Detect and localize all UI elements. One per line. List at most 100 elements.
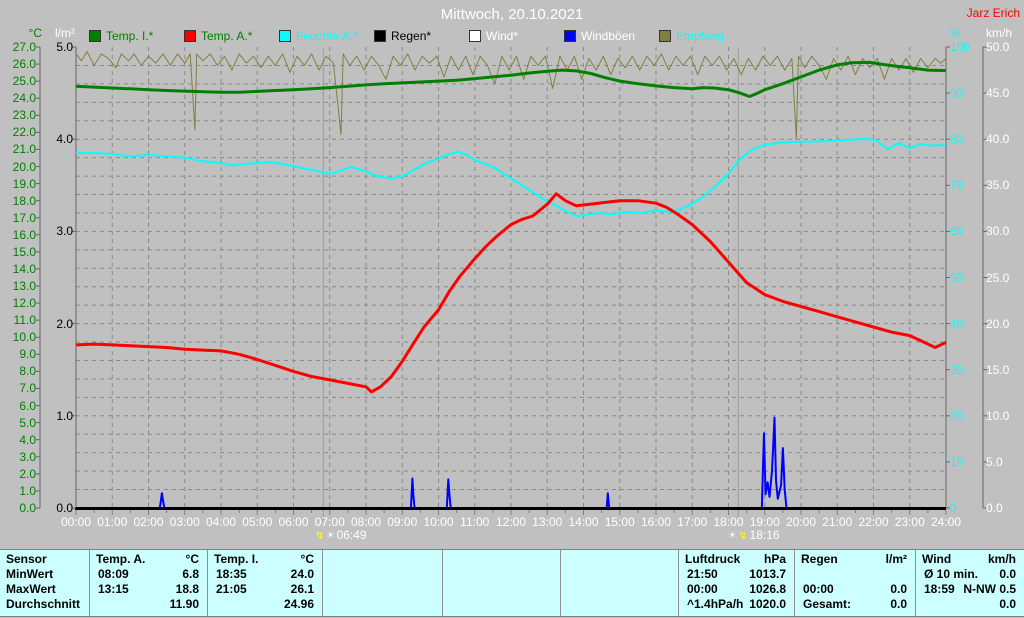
- table-column-header: Wind: [922, 552, 952, 566]
- table-cell-value: 24.0: [290, 567, 314, 581]
- table-cell-time: 00:00: [803, 582, 834, 596]
- table-column-unit: hPa: [763, 552, 786, 566]
- table-column-empty: [442, 550, 560, 616]
- y-axis-label-percent: 0: [950, 501, 957, 515]
- legend-label: Empfang: [676, 29, 725, 43]
- table-row: Regen l/m²: [795, 552, 915, 566]
- table-row: ^1.4hPa/h 1020.0: [679, 597, 794, 611]
- y-axis-label-temp_c: 9.0: [19, 347, 36, 362]
- table-column-regen: Regen l/m² 00:00 0.0 Gesamt: 0.0: [794, 550, 915, 616]
- table-row: [443, 582, 560, 596]
- legend-swatch: [469, 30, 481, 42]
- table-cell-value: 0.0: [890, 597, 907, 611]
- table-cell-time: [561, 597, 569, 611]
- table-row: [795, 567, 915, 581]
- table-row: Ø 10 min. 0.0: [916, 567, 1024, 581]
- table-cell-value: [552, 597, 560, 611]
- table-row-label: Durchschnitt: [6, 597, 81, 611]
- y-axis-label-temp_c: 7.0: [19, 381, 36, 396]
- y-axis-label-temp_c: 0.0: [19, 501, 36, 515]
- station-name: Jarz Erich: [966, 6, 1020, 20]
- sunrise-icon: ↯: [315, 529, 325, 542]
- y-axis-label-wind_kmh: 35.0: [986, 178, 1010, 193]
- table-row: 11.90: [90, 597, 207, 611]
- table-cell-value: 18.8: [175, 582, 199, 596]
- table-cell-time: [443, 582, 451, 596]
- table-column-unit: [670, 552, 678, 566]
- table-row: [323, 567, 442, 581]
- legend-swatch: [279, 30, 291, 42]
- legend-label: Feuchte A.*: [296, 29, 359, 43]
- legend-label: Wind*: [486, 29, 519, 43]
- y-axis-label-temp_c: 18.0: [12, 193, 36, 208]
- legend-swatch: [374, 30, 386, 42]
- table-cell-value: [670, 597, 678, 611]
- table-cell-value: 1020.0: [749, 597, 786, 611]
- y-axis-label-temp_c: 5.0: [19, 415, 36, 430]
- weather-app-window: { "page": { "title": "Mittwoch, 20.10.20…: [0, 0, 1024, 618]
- table-row: 00:00 0.0: [795, 582, 915, 596]
- table-cell-value: 0.0: [999, 567, 1016, 581]
- table-cell-time: [561, 567, 569, 581]
- table-cell-time: 18:35: [216, 567, 247, 581]
- table-cell-time: ^1.4hPa/h: [687, 597, 744, 611]
- y-axis-label-rain: 1.0: [56, 408, 73, 423]
- table-row-label: MaxWert: [6, 582, 56, 596]
- y-axis-label-temp_c: 6.0: [19, 398, 36, 413]
- table-row: 21:50 1013.7: [679, 567, 794, 581]
- y-axis-label-temp_c: 15.0: [12, 244, 36, 259]
- table-cell-time: 21:50: [687, 567, 718, 581]
- sensor-summary-table: Sensor MinWert MaxWert Durchschnitt Temp. A.…: [0, 549, 1024, 617]
- table-row: 08:09 6.8: [90, 567, 207, 581]
- sunset-icon: ↯: [738, 529, 748, 542]
- y-axis-label-percent: 30: [950, 362, 964, 377]
- y-axis-label-temp_c: 17.0: [12, 210, 36, 225]
- table-row: Luftdruck hPa: [679, 552, 794, 566]
- table-cell-value: 0.0: [999, 597, 1016, 611]
- table-cell-time: Ø 10 min.: [924, 567, 979, 581]
- legend-swatch: [184, 30, 196, 42]
- table-header-sensor: Sensor: [6, 552, 47, 566]
- table-row: Temp. A. °C: [90, 552, 207, 566]
- y-axis-header-wind: km/h: [986, 26, 1013, 40]
- legend-swatch: [89, 30, 101, 42]
- table-cell-value: [434, 582, 442, 596]
- table-row-label: MinWert: [6, 567, 54, 581]
- y-axis-label-temp_c: 12.0: [12, 296, 36, 311]
- table-cell-time: [323, 597, 331, 611]
- table-cell-time: 08:09: [98, 567, 129, 581]
- table-cell-value: [552, 567, 560, 581]
- table-row: 00:00 1026.8: [679, 582, 794, 596]
- sunset-time: 18:16: [749, 528, 780, 542]
- y-axis-label-rain: 4.0: [56, 132, 73, 147]
- y-axis-label-temp_c: 16.0: [12, 227, 36, 242]
- table-row: [561, 567, 678, 581]
- table-column-unit: [552, 552, 560, 566]
- table-row: [443, 597, 560, 611]
- table-column-header: Temp. A.: [96, 552, 146, 566]
- y-axis-header-tempc: °C: [28, 26, 42, 40]
- table-cell-time: [323, 567, 331, 581]
- y-axis-label-percent: 60: [950, 224, 964, 239]
- y-axis-label-temp_c: 4.0: [19, 432, 36, 447]
- y-axis-header-percent: %: [950, 26, 961, 40]
- y-axis-label-percent: 10: [950, 454, 964, 469]
- legend-item-tempi: Temp. I.*: [89, 29, 153, 43]
- table-cell-time: [90, 597, 98, 611]
- table-cell-time: 21:05: [216, 582, 247, 596]
- y-axis-label-temp_c: 13.0: [12, 279, 36, 294]
- y-axis-label-wind_kmh: 0.0: [986, 501, 1003, 515]
- table-row: Durchschnitt: [0, 597, 95, 611]
- table-row: 0.0: [916, 597, 1024, 611]
- table-label-column: Sensor MinWert MaxWert Durchschnitt: [0, 550, 89, 616]
- table-cell-time: [916, 597, 924, 611]
- table-cell-time: [443, 597, 451, 611]
- y-axis-label-percent: 80: [950, 132, 964, 147]
- table-column-tempi: Temp. I. °C 18:35 24.0 21:05 26.1 24.96: [207, 550, 322, 616]
- table-row: [443, 567, 560, 581]
- table-cell-value: 1026.8: [749, 582, 786, 596]
- sunrise-time: 06:49: [336, 528, 367, 542]
- chart-title: Mittwoch, 20.10.2021: [440, 6, 584, 23]
- table-cell-value: 11.90: [169, 597, 199, 611]
- table-row: Sensor: [0, 552, 95, 566]
